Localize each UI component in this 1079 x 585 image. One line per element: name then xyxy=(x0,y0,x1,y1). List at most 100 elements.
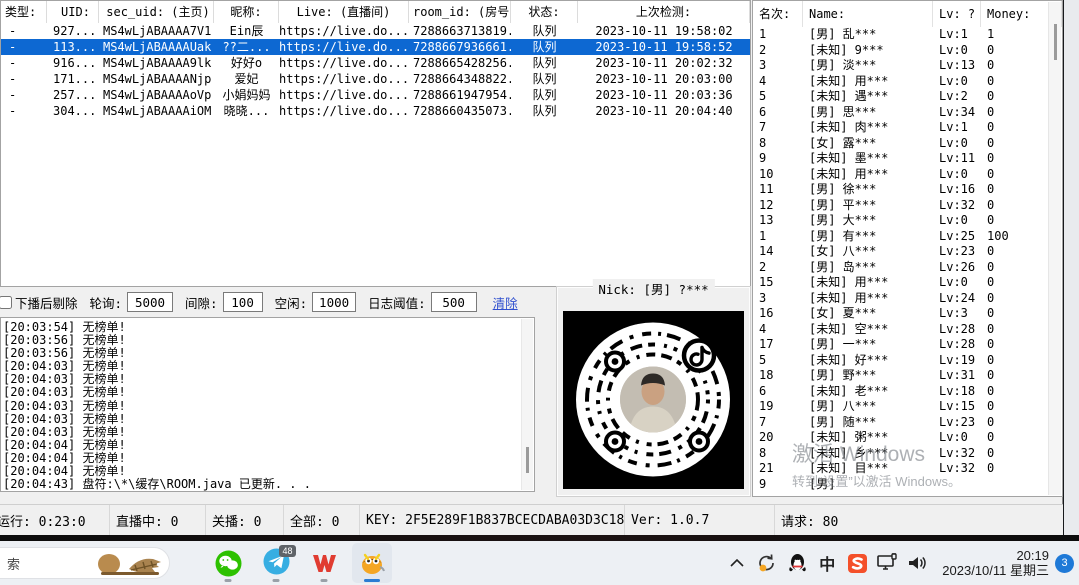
idle-input[interactable] xyxy=(312,292,356,312)
rank-cell: Lv:18 xyxy=(933,384,981,400)
rank-row[interactable]: 9[未知] 墨***Lv:110 xyxy=(753,151,1048,167)
taskbar-clock[interactable]: 20:19 2023/10/11 星期三 xyxy=(942,548,1049,578)
rank-cell: 16 xyxy=(753,306,803,322)
sogou-input-icon[interactable] xyxy=(845,551,869,575)
column-header[interactable]: room_id: (房号) xyxy=(409,1,511,23)
column-header[interactable]: 类型: xyxy=(1,1,47,23)
rank-row[interactable]: 2[未知] 9***Lv:00 xyxy=(753,43,1048,59)
rank-row[interactable]: 8[女] 露***Lv:00 xyxy=(753,136,1048,152)
table-row[interactable]: -171...MS4wLjABAAAANjp...爱妃https://live.… xyxy=(1,71,750,87)
rank-row[interactable]: 1[男] 乱***Lv:11 xyxy=(753,27,1048,43)
taskbar-app-wechat[interactable] xyxy=(208,543,248,583)
table-cell: 2023-10-11 20:02:32 xyxy=(578,55,750,71)
rank-row[interactable]: 5[未知] 好***Lv:190 xyxy=(753,353,1048,369)
table-row[interactable]: -257...MS4wLjABAAAAoVp...小娟妈妈https://liv… xyxy=(1,87,750,103)
log-scrollbar-thumb[interactable] xyxy=(526,447,529,473)
remove-after-offline-checkbox[interactable] xyxy=(0,296,12,309)
column-header[interactable]: 昵称: xyxy=(214,1,279,23)
rank-cell: 17 xyxy=(753,337,803,353)
column-header[interactable]: sec_uid: (主页) xyxy=(99,1,214,23)
taskbar-app-live-monitor[interactable] xyxy=(352,543,392,583)
rank-cell: 1 xyxy=(753,27,803,43)
rank-column-header[interactable]: 名次: xyxy=(753,1,803,27)
rank-cell: 0 xyxy=(981,368,1048,384)
column-header[interactable]: Live: (直播间) xyxy=(279,1,409,23)
rank-cell: Lv:26 xyxy=(933,260,981,276)
log-threshold-input[interactable] xyxy=(431,292,477,312)
notification-count-badge[interactable]: 3 xyxy=(1055,554,1074,573)
column-header[interactable]: 上次检测: xyxy=(578,1,750,23)
volume-tray-icon[interactable] xyxy=(905,551,929,575)
table-cell: - xyxy=(1,103,47,119)
rank-row[interactable]: 7[未知] 肉***Lv:10 xyxy=(753,120,1048,136)
rank-row[interactable]: 19[男] 八***Lv:150 xyxy=(753,399,1048,415)
rank-row[interactable]: 13[男] 大***Lv:00 xyxy=(753,213,1048,229)
rank-scrollbar-thumb[interactable] xyxy=(1054,24,1057,60)
rank-column-header[interactable]: Lv: ? xyxy=(933,1,981,27)
rank-cell: Lv:1 xyxy=(933,120,981,136)
rank-row[interactable]: 18[男] 野***Lv:310 xyxy=(753,368,1048,384)
sync-tray-icon[interactable] xyxy=(755,551,779,575)
status-segment: 直播中: 0 xyxy=(110,505,206,535)
log-scrollbar[interactable] xyxy=(521,319,533,490)
rank-cell: 5 xyxy=(753,353,803,369)
rank-cell: 0 xyxy=(981,136,1048,152)
rank-row[interactable]: 6[男] 思***Lv:340 xyxy=(753,105,1048,121)
taskbar: 索 xyxy=(0,541,1079,585)
table-cell: 2023-10-11 20:04:40 xyxy=(578,103,750,119)
rank-row[interactable]: 1[男] 有***Lv:25100 xyxy=(753,229,1048,245)
table-cell: 2023-10-11 19:58:52 xyxy=(578,39,750,55)
qq-tray-icon[interactable] xyxy=(785,551,809,575)
rank-row[interactable]: 2[男] 岛***Lv:260 xyxy=(753,260,1048,276)
table-row[interactable]: -113...MS4wLjABAAAAUak...??二...https://l… xyxy=(1,39,750,55)
taskbar-app-telegram[interactable]: 48 xyxy=(256,543,296,583)
rank-cell: [男] 岛*** xyxy=(803,260,933,276)
column-header[interactable]: UID: xyxy=(47,1,99,23)
table-row[interactable]: -916...MS4wLjABAAAA9lk...好好ohttps://live… xyxy=(1,55,750,71)
gap-input[interactable] xyxy=(223,292,263,312)
table-row[interactable]: -304...MS4wLjABAAAAiOM...晓晓...https://li… xyxy=(1,103,750,119)
rank-row[interactable]: 21[未知] 目***Lv:320 xyxy=(753,461,1048,477)
rank-row[interactable]: 11[男] 徐***Lv:160 xyxy=(753,182,1048,198)
rank-row[interactable]: 10[未知] 用***Lv:00 xyxy=(753,167,1048,183)
taskbar-app-wps[interactable] xyxy=(304,543,344,583)
table-cell: - xyxy=(1,39,47,55)
rank-cell: 0 xyxy=(981,399,1048,415)
hidden-icons-chevron[interactable] xyxy=(725,551,749,575)
rank-row[interactable]: 4[未知] 空***Lv:280 xyxy=(753,322,1048,338)
table-cell: - xyxy=(1,55,47,71)
search-label: 索 xyxy=(7,554,20,573)
rank-row[interactable]: 14[女] 八***Lv:230 xyxy=(753,244,1048,260)
rank-row[interactable]: 17[男] 一***Lv:280 xyxy=(753,337,1048,353)
rank-cell: 21 xyxy=(753,461,803,477)
rank-row[interactable]: 6[未知] 老***Lv:180 xyxy=(753,384,1048,400)
rank-cell: Lv:23 xyxy=(933,415,981,431)
rank-row[interactable]: 7[男] 随***Lv:230 xyxy=(753,415,1048,431)
taskbar-search[interactable]: 索 xyxy=(0,547,170,579)
poll-input[interactable] xyxy=(127,292,173,312)
rank-row[interactable]: 12[男] 平***Lv:320 xyxy=(753,198,1048,214)
rank-row[interactable]: 4[未知] 用***Lv:00 xyxy=(753,74,1048,90)
clear-log-link[interactable]: 清除 xyxy=(493,293,518,312)
rank-row[interactable]: 16[女] 夏***Lv:30 xyxy=(753,306,1048,322)
rank-row[interactable]: 3[男] 淡***Lv:130 xyxy=(753,58,1048,74)
rank-cell: 0 xyxy=(981,415,1048,431)
rank-row[interactable]: 15[未知] 用***Lv:00 xyxy=(753,275,1048,291)
rank-cell: [女] 露*** xyxy=(803,136,933,152)
network-tray-icon[interactable] xyxy=(875,551,899,575)
rank-cell: Lv:0 xyxy=(933,213,981,229)
rank-scrollbar[interactable] xyxy=(1048,2,1061,495)
rank-row[interactable]: 20[未知] 粥***Lv:00 xyxy=(753,430,1048,446)
column-header[interactable]: 状态: xyxy=(511,1,578,23)
table-row[interactable]: -927...MS4wLjABAAAA7V1...Ein辰https://liv… xyxy=(1,23,750,39)
ime-chinese-icon[interactable]: 中 xyxy=(815,551,839,575)
table-cell: 2023-10-11 20:03:00 xyxy=(578,71,750,87)
rank-column-header[interactable]: Name: xyxy=(803,1,933,27)
rank-row[interactable]: 9[男] xyxy=(753,477,1048,493)
wechat-icon xyxy=(215,550,242,577)
clock-date: 2023/10/11 星期三 xyxy=(942,563,1049,578)
rank-cell: 0 xyxy=(981,446,1048,462)
rank-row[interactable]: 3[未知] 用***Lv:240 xyxy=(753,291,1048,307)
rank-row[interactable]: 8[未知] 乡***Lv:320 xyxy=(753,446,1048,462)
rank-row[interactable]: 5[未知] 遇***Lv:20 xyxy=(753,89,1048,105)
